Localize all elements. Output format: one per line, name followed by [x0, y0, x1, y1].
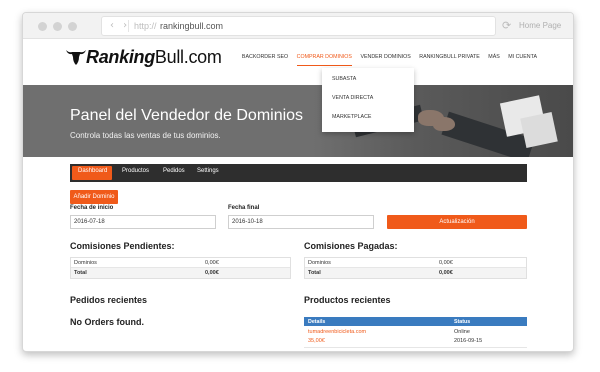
- bull-logo-icon[interactable]: [65, 48, 87, 66]
- product-status: Online: [454, 329, 470, 335]
- paid-commissions-table: Dominios 0,00€ Total 0,00€: [304, 257, 527, 279]
- url-text[interactable]: rankingbull.com: [160, 21, 223, 31]
- product-price: 35,00€: [308, 338, 325, 344]
- page-title: Panel del Vendedor de Dominios: [70, 107, 304, 124]
- nav-comprar-dominios[interactable]: COMPRAR DOMINIOS: [296, 54, 352, 66]
- table-row: Total 0,00€: [305, 268, 526, 278]
- dropdown-item-venta-directa[interactable]: VENTA DIRECTA: [332, 95, 373, 101]
- header-status: Status: [454, 319, 471, 325]
- header-details: Details: [308, 319, 326, 325]
- table-row: tumadreenbicicleta.com 35,00€ Online 201…: [304, 326, 527, 348]
- nav-mi-cuenta[interactable]: MI CUENTA: [508, 54, 537, 60]
- dropdown-item-marketplace[interactable]: MARKETPLACE: [332, 114, 371, 120]
- table-row: Dominios 0,00€: [305, 258, 526, 268]
- nav-mas[interactable]: MÁS: [488, 54, 499, 60]
- tab-dashboard[interactable]: Dashboard: [78, 168, 107, 174]
- update-button[interactable]: Actualización: [387, 215, 527, 229]
- start-date-field[interactable]: 2016-07-18: [70, 215, 216, 229]
- tab-pedidos[interactable]: Pedidos: [163, 168, 185, 174]
- recent-orders-title: Pedidos recientes: [70, 295, 148, 305]
- close-window-button[interactable]: [38, 22, 47, 31]
- start-date-label: Fecha de inicio: [70, 205, 114, 211]
- recent-products-table: Details Status tumadreenbicicleta.com 35…: [304, 317, 527, 348]
- end-date-label: Fecha final: [228, 205, 260, 211]
- comprar-dominios-dropdown: SUBASTA VENTA DIRECTA MARKETPLACE: [322, 68, 414, 132]
- minimize-window-button[interactable]: [53, 22, 62, 31]
- recent-products-title: Productos recientes: [304, 295, 391, 305]
- product-date: 2016-09-15: [454, 338, 483, 344]
- site-logo[interactable]: RankingBull.com: [86, 47, 222, 68]
- browser-window: ‹ › http:// rankingbull.com ⟳ Home Page …: [22, 12, 574, 352]
- paid-commissions-title: Comisiones Pagadas:: [304, 241, 398, 251]
- tab-settings[interactable]: Settings: [197, 168, 219, 174]
- table-row: Total 0,00€: [71, 268, 290, 278]
- pending-commissions-table: Dominios 0,00€ Total 0,00€: [70, 257, 291, 279]
- table-row: Dominios 0,00€: [71, 258, 290, 268]
- page-subtitle: Controla todas las ventas de tus dominio…: [70, 131, 221, 140]
- reload-icon[interactable]: ⟳: [502, 19, 511, 32]
- tab-productos[interactable]: Productos: [122, 168, 149, 174]
- site-header: RankingBull.com BACKORDER SEO COMPRAR DO…: [23, 39, 573, 85]
- no-orders-message: No Orders found.: [70, 317, 144, 327]
- table-header: Details Status: [304, 317, 527, 326]
- pending-commissions-title: Comisiones Pendientes:: [70, 241, 175, 251]
- product-link[interactable]: tumadreenbicicleta.com: [308, 329, 366, 335]
- end-date-field[interactable]: 2016-10-18: [228, 215, 374, 229]
- address-bar[interactable]: ‹ › http:// rankingbull.com: [101, 16, 496, 36]
- hero-banner: Panel del Vendedor de Dominios Controla …: [23, 85, 573, 157]
- dashboard-tabs: Dashboard Productos Pedidos Settings: [70, 164, 527, 182]
- add-domain-button[interactable]: Añadir Dominio: [70, 190, 118, 204]
- home-page-button[interactable]: Home Page: [519, 21, 561, 30]
- main-nav: BACKORDER SEO COMPRAR DOMINIOS VENDER DO…: [235, 54, 537, 66]
- nav-backorder-seo[interactable]: BACKORDER SEO: [242, 54, 288, 60]
- browser-toolbar: ‹ › http:// rankingbull.com ⟳ Home Page: [23, 13, 573, 39]
- url-divider: [128, 20, 129, 32]
- nav-rankingbull-private[interactable]: RANKINGBULL PRIVATE: [419, 54, 480, 60]
- url-protocol: http://: [134, 21, 157, 31]
- nav-vender-dominios[interactable]: VENDER DOMINIOS: [360, 54, 410, 60]
- dropdown-item-subasta[interactable]: SUBASTA: [332, 76, 356, 82]
- maximize-window-button[interactable]: [68, 22, 77, 31]
